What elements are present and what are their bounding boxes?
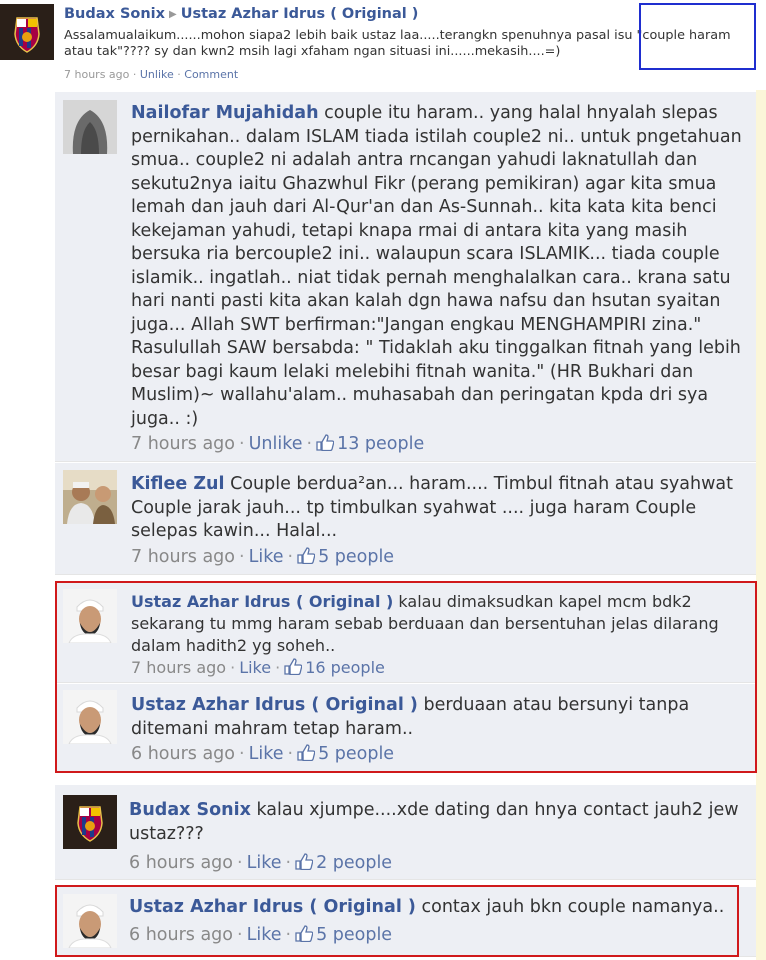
football-club-crest-icon [63,795,117,849]
comment-body: Nailofar Mujahidah couple itu haram.. ya… [131,102,751,457]
person-photo-icon [63,470,117,524]
post-meta: 7 hours ago · Unlike · Comment [64,68,238,81]
separator-dot: · [239,434,245,454]
separator-dot: · [306,434,313,454]
comment-item: Nailofar Mujahidah couple itu haram.. ya… [55,92,756,462]
like-link[interactable]: Like [249,547,284,567]
post-author-link[interactable]: Budax Sonix [64,6,165,22]
highlight-box-red [55,885,739,957]
comment-link[interactable]: Comment [184,68,238,81]
avatar[interactable] [0,4,54,60]
comment-author-link[interactable]: Nailofar Mujahidah [131,103,319,123]
comment-timestamp[interactable]: 6 hours ago [129,853,233,873]
arrow-right-icon: ▶ [169,9,177,20]
unlike-link[interactable]: Unlike [249,434,303,454]
separator-dot: · [239,546,245,567]
thumbs-up-icon [295,853,314,870]
separator-dot: · [285,853,292,873]
thumbs-up-icon [297,546,316,564]
post-target-link[interactable]: Ustaz Azhar Idrus ( Original ) [181,6,419,22]
veiled-person-icon [63,100,117,154]
highlight-box-blue [639,3,756,70]
comment-meta: 7 hours ago · Like · 5 people [131,546,751,570]
football-club-crest-icon [0,4,54,60]
comment-author-link[interactable]: Budax Sonix [129,800,251,820]
comment-meta: 6 hours ago · Like · 2 people [129,852,749,876]
likes-count-link[interactable]: 13 people [337,434,424,454]
avatar[interactable] [63,795,117,849]
separator-dot: · [287,546,294,567]
highlight-box-red [55,581,757,773]
comment-body: Kiflee Zul Couple berdua²an... haram....… [131,473,751,569]
comment-item: Budax Sonix kalau xjumpe....xde dating d… [55,785,756,880]
thumbs-up-icon [316,434,335,451]
comment-timestamp[interactable]: 7 hours ago [131,434,235,454]
separator-dot: · [132,68,140,81]
original-post: Budax Sonix ▶ Ustaz Azhar Idrus ( Original… [0,0,756,90]
likes-count-link[interactable]: 2 people [316,853,392,873]
comment-author-link[interactable]: Kiflee Zul [131,474,225,494]
right-margin-strip [756,90,766,960]
separator-dot: · [237,853,243,873]
comment-text: couple itu haram.. yang halal hnyalah sl… [131,103,742,429]
comment-meta: 7 hours ago · Unlike · 13 people [131,433,751,457]
comment-item: Kiflee Zul Couple berdua²an... haram....… [55,463,756,575]
likes-count-link[interactable]: 5 people [318,547,394,567]
post-header: Budax Sonix ▶ Ustaz Azhar Idrus ( Original… [64,6,418,22]
avatar[interactable] [63,470,117,524]
comment-timestamp[interactable]: 7 hours ago [131,547,235,567]
post-timestamp[interactable]: 7 hours ago [64,68,129,81]
unlike-link[interactable]: Unlike [140,68,174,81]
like-link[interactable]: Like [247,853,282,873]
comment-body: Budax Sonix kalau xjumpe....xde dating d… [129,799,749,876]
avatar[interactable] [63,100,117,154]
